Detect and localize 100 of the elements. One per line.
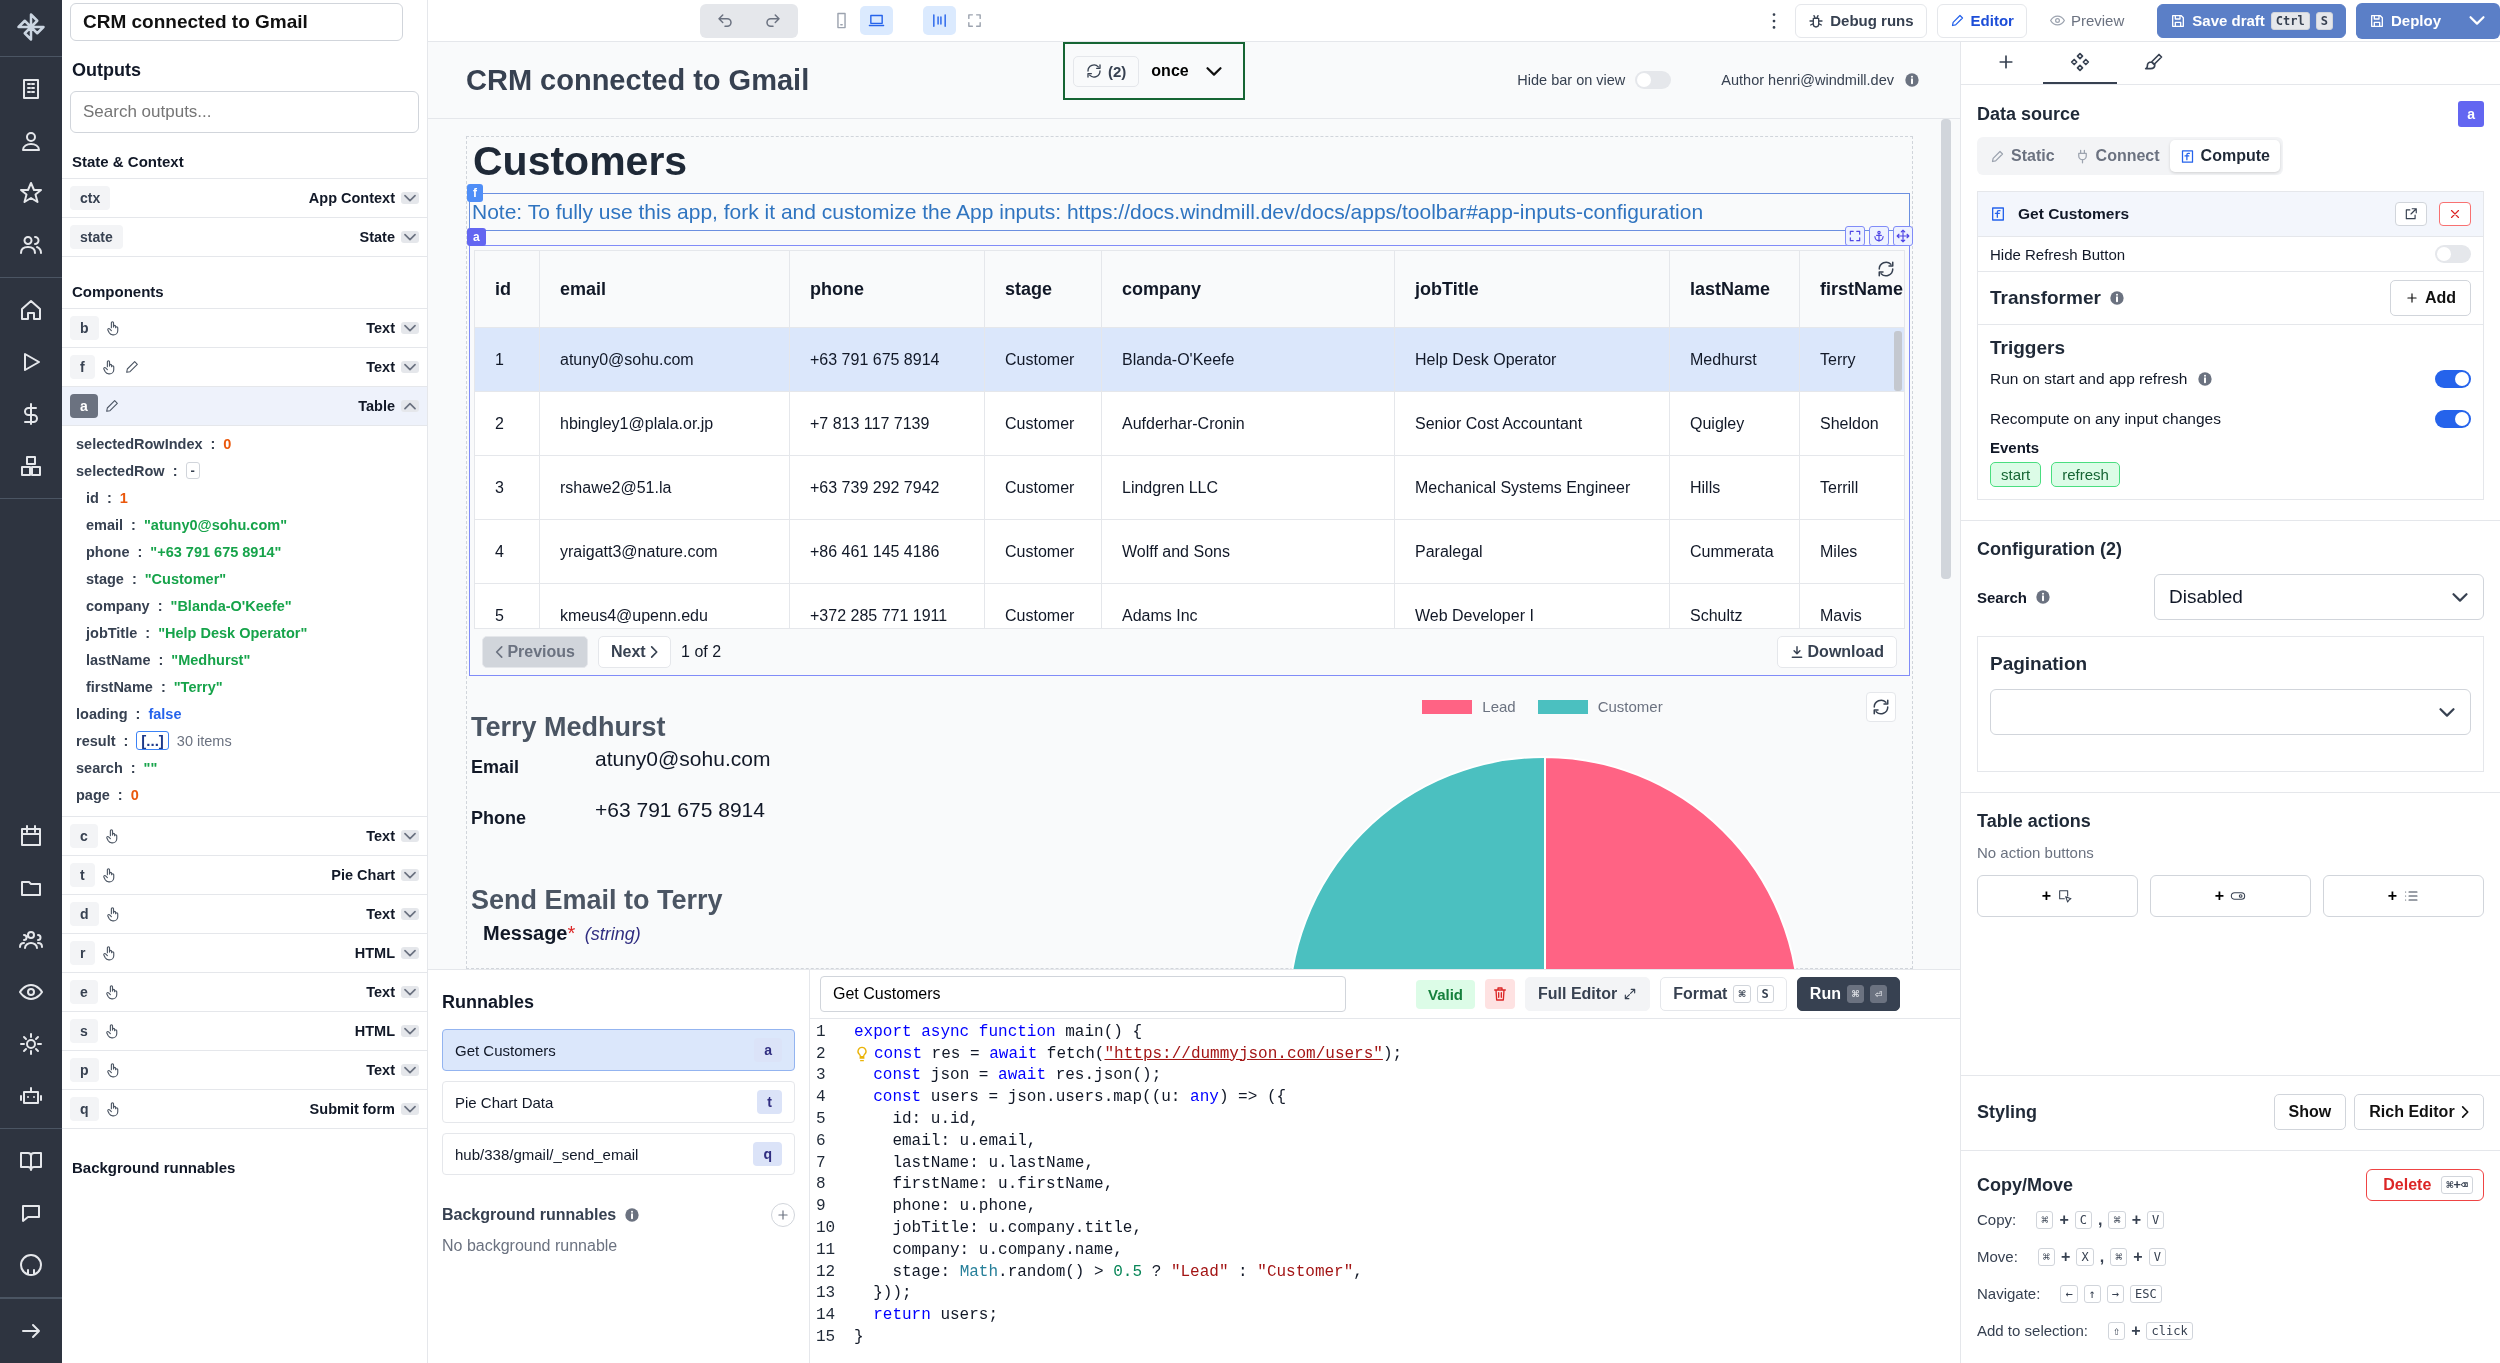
format-button[interactable]: Format ⌘ S [1660, 977, 1787, 1011]
code-line: return users; [872, 1306, 999, 1325]
runnable-item[interactable]: Get Customers a [442, 1029, 795, 1071]
add-action-button[interactable]: + [2323, 875, 2484, 917]
runnable-item[interactable]: hub/338/gmail/_send_email q [442, 1133, 795, 1175]
output-label: State [359, 229, 395, 245]
table-cell: Senior Cost Accountant [1395, 392, 1670, 455]
component-row[interactable]: t Pie Chart [62, 856, 427, 895]
code-line: const res = await fetch("https://dummyjson.com/users"); [846, 1044, 1403, 1063]
rich-editor-button[interactable]: Rich Editor [2354, 1094, 2484, 1130]
table-cell: Paralegal [1395, 520, 1670, 583]
line-number: 6 [815, 1131, 827, 1150]
column-header[interactable]: company [1102, 251, 1395, 327]
component-row[interactable]: c Text [62, 817, 427, 856]
property-value: "Medhurst" [171, 651, 251, 668]
debug-runs-button[interactable]: Debug runs [1795, 3, 1927, 38]
app-name-field[interactable]: CRM connected to Gmail [70, 3, 403, 41]
app-title: CRM connected to Gmail [466, 63, 811, 97]
full-editor-button[interactable]: Full Editor [1525, 977, 1651, 1011]
table-cell: 4 [475, 520, 540, 583]
component-row[interactable]: s HTML [62, 1012, 427, 1051]
component-row[interactable]: d Text [62, 895, 427, 934]
property-key: email [86, 516, 124, 533]
line-number: 11 [815, 1240, 837, 1259]
property-value: "Terry" [173, 678, 223, 695]
output-row[interactable]: state State [62, 218, 427, 257]
output-label: HTML [354, 945, 395, 961]
component-row[interactable]: r HTML [62, 934, 427, 973]
table-cell: +63 739 292 7942 [790, 456, 985, 519]
separator: : [131, 516, 136, 533]
panel-title: Outputs [71, 59, 142, 82]
code-line: })); [872, 1284, 912, 1303]
column-header[interactable]: stage [985, 251, 1102, 327]
component-row[interactable]: p Text [62, 1051, 427, 1090]
show-button[interactable]: Show [2273, 1094, 2347, 1130]
runnable-name-field[interactable]: Get Customers [820, 976, 1346, 1012]
next-button[interactable]: Next [598, 636, 672, 668]
legend-label[interactable]: Lead [1482, 698, 1516, 715]
search-field[interactable]: Search outputs... [70, 91, 419, 133]
column-header[interactable]: email [540, 251, 790, 327]
property-value: "Customer" [144, 570, 227, 587]
table-cell: yraigatt3@nature.com [540, 520, 790, 583]
source-mode-tab[interactable]: Compute [2169, 140, 2280, 172]
key-cap: ↑ [2083, 1284, 2101, 1303]
table-cell: +86 461 145 4186 [790, 520, 985, 583]
component-tag: t [757, 1090, 782, 1114]
note-text: Note: To fully use this app, fork it and customize the App inputs: https://docs.windmill.dev/docs/apps/toolbar#app-inputs-configuration [472, 200, 1704, 224]
component-row[interactable]: e Text [62, 973, 427, 1012]
section-heading: Components [62, 279, 427, 309]
field-value: atuny0@sohu.com [595, 747, 771, 771]
column-header[interactable]: jobTitle [1395, 251, 1670, 327]
run-button[interactable]: Run ⌘ ⏎ [1796, 977, 1901, 1011]
panel-title: Runnables [442, 992, 535, 1013]
table-row[interactable]: 5 kmeus4@upenn.edu +372 285 771 1911 Customer Adams Inc Web Developer I Schultz Mavis [475, 584, 1904, 628]
collapse-toggle[interactable]: - [185, 462, 200, 479]
table-row[interactable]: 4 yraigatt3@nature.com +86 461 145 4186 Customer Wolff and Sons Paralegal Cummerata Miles [475, 520, 1904, 584]
property-key: result [76, 732, 116, 749]
line-number: 8 [815, 1175, 827, 1194]
section-heading: Transformer [1990, 287, 2101, 309]
property-key: loading [76, 705, 128, 722]
add-action-button[interactable]: + [1977, 875, 2138, 917]
component-tag[interactable]: a [467, 228, 486, 246]
key-separator: , [2098, 1210, 2103, 1229]
table-cell: hbingley1@plala.or.jp [540, 392, 790, 455]
table-row[interactable]: 3 rshawe2@51.la +63 739 292 7942 Customer Lindgren LLC Mechanical Systems Engineer Hills Terrill [475, 456, 1904, 520]
runnable-item[interactable]: Pie Chart Data t [442, 1081, 795, 1123]
separator: : [158, 651, 164, 668]
key-cap: ⌘ [2108, 1210, 2126, 1229]
editor-button[interactable]: Editor [1936, 3, 2027, 38]
source-mode-tab[interactable]: Connect [2064, 140, 2170, 172]
table-cell: rshawe2@51.la [540, 456, 790, 519]
add-action-button[interactable]: + [2150, 875, 2311, 917]
status-badge: Valid [1416, 979, 1476, 1009]
table-row[interactable]: 1 atuny0@sohu.com +63 791 675 8914 Customer Blanda-O'Keefe Help Desk Operator Medhurst Terry [475, 328, 1904, 392]
refresh-button[interactable]: (2) [1073, 55, 1140, 87]
component-row[interactable]: b Text [62, 309, 427, 348]
delete-button[interactable]: Delete ⌘+⌫ [2366, 1169, 2484, 1201]
output-row[interactable]: ctx App Context [62, 179, 427, 218]
column-header[interactable]: id [475, 251, 540, 327]
refresh-mode-dropdown[interactable]: once [1145, 61, 1229, 81]
legend-label[interactable]: Customer [1597, 698, 1663, 715]
column-header[interactable]: lastName [1670, 251, 1800, 327]
download-button[interactable]: Download [1776, 636, 1897, 668]
author-label: Author henri@windmill.dev [1721, 72, 1894, 88]
save-draft-button[interactable]: Save draft Ctrl S [2157, 3, 2346, 38]
key-cap: V [2147, 1210, 2165, 1229]
field-label: Message [483, 922, 568, 944]
table-row[interactable]: 2 hbingley1@plala.or.jp +7 813 117 7139 Customer Aufderhar-Cronin Senior Cost Accountant Quigley Sheldon [475, 392, 1904, 456]
search-mode-select[interactable]: Disabled [2154, 574, 2484, 620]
source-mode-tab[interactable]: Static [1980, 140, 2065, 172]
collapse-toggle[interactable]: [...] [136, 731, 169, 750]
component-row[interactable]: a Table [62, 387, 427, 426]
runnable-name: Get Customers [2018, 205, 2130, 223]
runnable-name: Get Customers [455, 1041, 556, 1059]
shortcut-label: Add to selection: [1977, 1322, 2088, 1339]
line-number: 2 [815, 1044, 827, 1063]
column-header[interactable]: phone [790, 251, 985, 327]
add-button[interactable]: Add [2389, 280, 2471, 316]
code-line: email: u.email, [891, 1131, 1037, 1150]
component-row[interactable]: q Submit form [62, 1090, 427, 1129]
